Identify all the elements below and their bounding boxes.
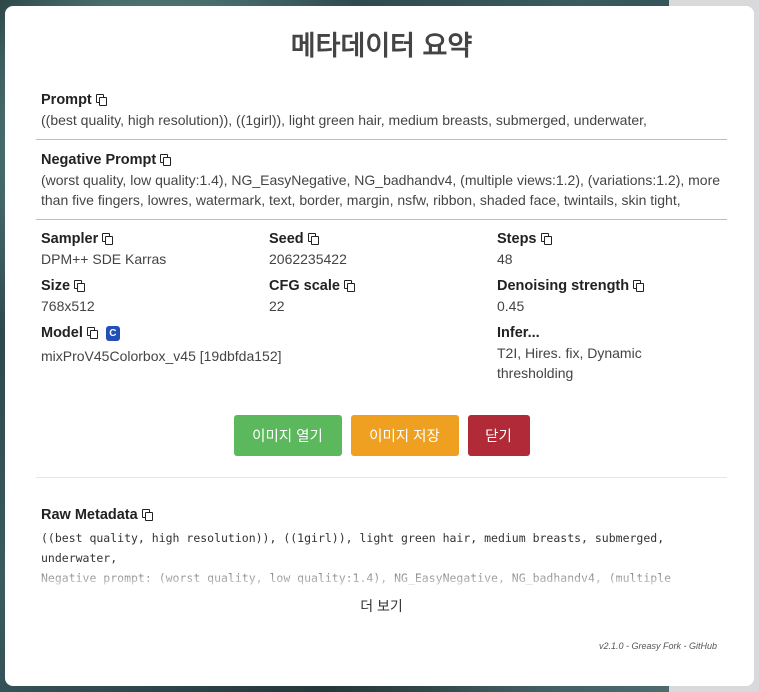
size-label: Size <box>41 278 71 294</box>
cfg-cell: CFG scale 22 <box>269 276 497 316</box>
show-more-button[interactable]: 더 보기 <box>41 596 722 616</box>
infer-value: T2I, Hires. fix, Dynamic thresholding <box>497 345 642 381</box>
size-value: 768x512 <box>41 298 95 314</box>
model-label: Model <box>41 325 83 341</box>
negative-prompt-value: (worst quality, low quality:1.4), NG_Eas… <box>41 172 721 208</box>
seed-value: 2062235422 <box>269 251 347 267</box>
copy-cfg-icon[interactable] <box>343 280 355 292</box>
negative-prompt-label: Negative Prompt <box>41 152 157 168</box>
prompt-section: Prompt ((best quality, high resolution))… <box>36 82 727 140</box>
negative-prompt-section: Negative Prompt (worst quality, low qual… <box>36 140 727 220</box>
denoise-cell: Denoising strength 0.45 <box>497 276 727 316</box>
metadata-modal: 메타데이터 요약 Prompt ((best quality, high res… <box>5 6 754 686</box>
copy-prompt-icon[interactable] <box>95 94 107 106</box>
cfg-label-row: CFG scale <box>269 276 497 296</box>
copy-model-icon[interactable] <box>86 327 98 339</box>
copy-raw-metadata-icon[interactable] <box>141 509 153 521</box>
close-button[interactable]: 닫기 <box>467 415 530 456</box>
civitai-icon[interactable]: C <box>105 325 120 341</box>
denoise-label: Denoising strength <box>497 278 630 294</box>
steps-value: 48 <box>497 251 513 267</box>
seed-label: Seed <box>269 231 304 247</box>
raw-metadata-text: ((best quality, high resolution)), ((1gi… <box>41 531 672 585</box>
sampler-value: DPM++ SDE Karras <box>41 251 167 267</box>
copy-size-icon[interactable] <box>74 280 86 292</box>
model-label-row: Model C <box>41 323 497 343</box>
sampler-cell: Sampler DPM++ SDE Karras <box>41 229 269 269</box>
steps-label: Steps <box>497 231 537 247</box>
parameters-grid: Sampler DPM++ SDE Karras Seed 2062235422… <box>36 220 727 383</box>
infer-cell: Infer... T2I, Hires. fix, Dynamic thresh… <box>497 323 727 383</box>
denoise-label-row: Denoising strength <box>497 276 727 296</box>
version-footer[interactable]: v2.1.0 - Greasy Fork - GitHub <box>599 641 717 651</box>
sampler-label: Sampler <box>41 231 99 247</box>
model-cell: Model C mixProV45Colorbox_v45 [19dbfda15… <box>41 323 497 383</box>
negative-prompt-label-row: Negative Prompt <box>41 150 722 170</box>
prompt-label-row: Prompt <box>41 90 722 110</box>
modal-title: 메타데이터 요약 <box>290 31 473 61</box>
copy-denoise-icon[interactable] <box>633 280 645 292</box>
size-cell: Size 768x512 <box>41 276 269 316</box>
cfg-label: CFG scale <box>269 278 340 294</box>
prompt-value: ((best quality, high resolution)), ((1gi… <box>41 112 647 128</box>
seed-label-row: Seed <box>269 229 497 249</box>
copy-negative-prompt-icon[interactable] <box>160 154 172 166</box>
denoise-value: 0.45 <box>497 298 525 314</box>
steps-cell: Steps 48 <box>497 229 727 269</box>
action-buttons: 이미지 열기 이미지 저장 닫기 <box>36 415 727 478</box>
steps-label-row: Steps <box>497 229 727 249</box>
copy-seed-icon[interactable] <box>307 233 319 245</box>
cfg-value: 22 <box>269 298 285 314</box>
raw-metadata-section: Raw Metadata ((best quality, high resolu… <box>36 478 727 616</box>
model-value: mixProV45Colorbox_v45 [19dbfda152] <box>41 348 282 364</box>
copy-steps-icon[interactable] <box>540 233 552 245</box>
save-image-button[interactable]: 이미지 저장 <box>350 415 459 456</box>
sampler-label-row: Sampler <box>41 229 269 249</box>
copy-sampler-icon[interactable] <box>102 233 114 245</box>
size-label-row: Size <box>41 276 269 296</box>
raw-metadata-label-row: Raw Metadata <box>41 505 722 525</box>
infer-label[interactable]: Infer... <box>497 323 727 343</box>
open-image-button[interactable]: 이미지 열기 <box>233 415 342 456</box>
prompt-label: Prompt <box>41 92 92 108</box>
raw-metadata-label: Raw Metadata <box>41 507 138 523</box>
seed-cell: Seed 2062235422 <box>269 229 497 269</box>
